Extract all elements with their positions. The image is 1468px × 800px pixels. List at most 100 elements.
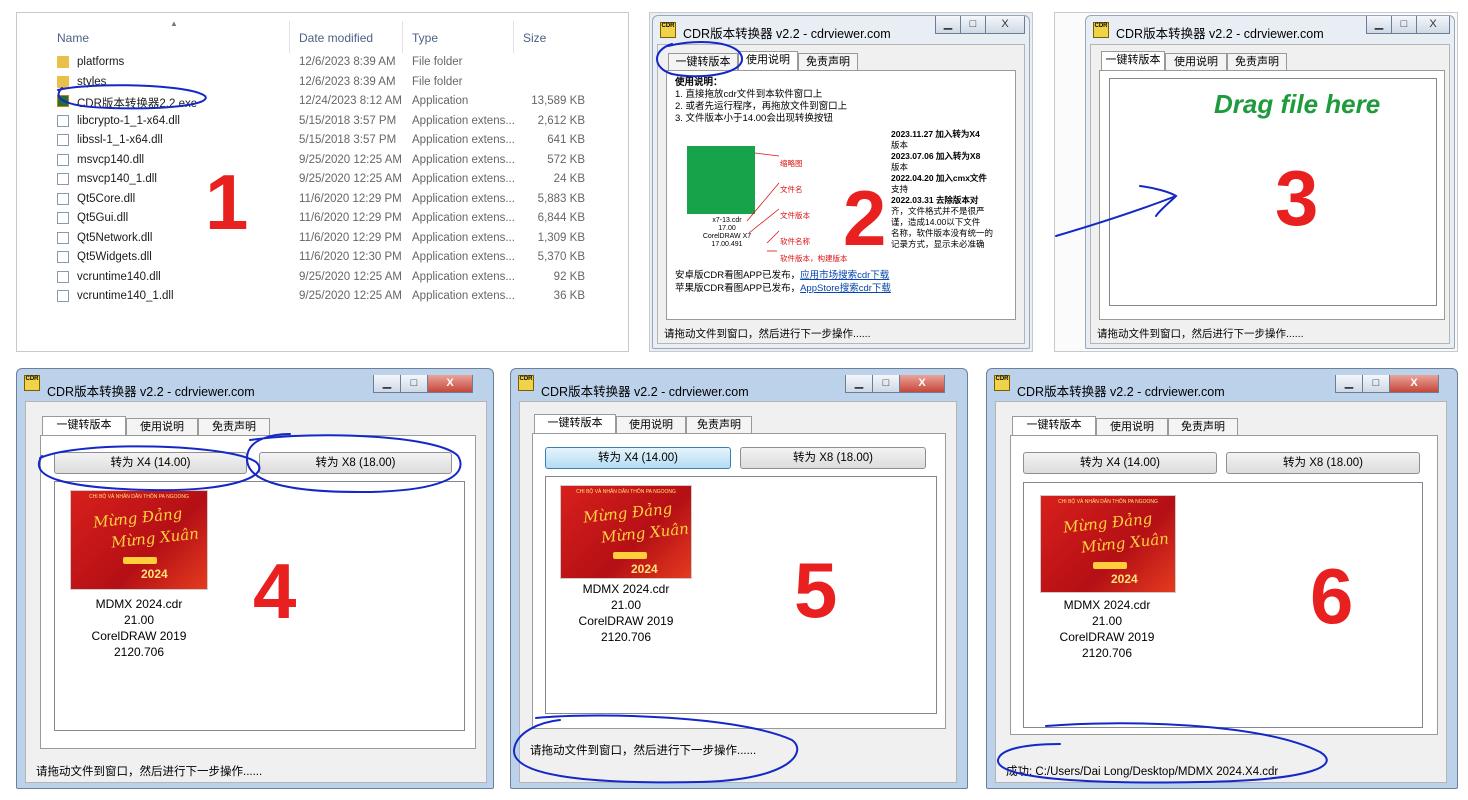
file-name: msvcp140_1.dll (77, 173, 157, 185)
file-row[interactable]: msvcp140.dll 9/25/2020 12:25 AM Applicatio… (17, 151, 628, 170)
file-name: styles (77, 75, 107, 88)
file-type: Application extens... (412, 212, 515, 224)
close-button[interactable]: X (899, 375, 945, 393)
file-row[interactable]: Qt5Network.dll 11/6/2020 12:29 PM Applicat… (17, 229, 628, 248)
convert-x4-button[interactable]: 转为 X4 (14.00) (1023, 452, 1217, 474)
minimize-button[interactable]: ▁ (1335, 375, 1363, 393)
close-button[interactable]: X (985, 16, 1025, 34)
tab-disclaimer[interactable]: 免责声明 (1227, 53, 1287, 71)
file-row[interactable]: CDR版本转换器2.2.exe 12/24/2023 8:12 AM Applica… (17, 92, 628, 111)
file-type: Application extens... (412, 134, 515, 146)
file-row[interactable]: Qt5Gui.dll 11/6/2020 12:29 PM Application … (17, 209, 628, 228)
tab-disclaimer[interactable]: 免责声明 (198, 418, 270, 436)
file-row[interactable]: libssl-1_1-x64.dll 5/15/2018 3:57 PM Appli… (17, 131, 628, 150)
file-date: 12/6/2023 8:39 AM (299, 56, 396, 68)
file-preview-pane: CHI BỘ VÀ NHÂN DÂN THÔN PA NGOONG Mừng Đ… (1023, 482, 1423, 728)
file-date: 9/25/2020 12:25 AM (299, 290, 402, 302)
file-name: vcruntime140.dll (77, 270, 161, 283)
convert-x8-button[interactable]: 转为 X8 (18.00) (259, 452, 452, 474)
dll-icon (57, 153, 69, 166)
file-name: vcruntime140_1.dll (77, 290, 174, 302)
comparison-collage: { "panel1": { "number": "1", "columns": … (0, 0, 1468, 800)
tab-convert[interactable]: 一键转版本 (534, 414, 616, 434)
column-name[interactable]: Name (57, 31, 89, 45)
instructions-tab-body: 使用说明： 1. 直接拖放cdr文件到本软件窗口上 2. 或者先运行程序，再拖放… (666, 70, 1016, 320)
tab-convert[interactable]: 一键转版本 (668, 53, 738, 71)
close-button[interactable]: X (1389, 375, 1439, 393)
drop-zone[interactable]: Drag file here 3 (1109, 78, 1437, 306)
dll-icon (57, 192, 69, 205)
column-size[interactable]: Size (523, 31, 546, 45)
tab-disclaimer[interactable]: 免责声明 (686, 416, 752, 434)
column-type[interactable]: Type (412, 31, 438, 45)
minimize-button[interactable]: ▁ (935, 16, 961, 34)
close-button[interactable]: X (427, 375, 473, 393)
convert-x4-button[interactable]: 转为 X4 (14.00) (54, 452, 247, 474)
app-window: CDR CDR版本转换器 v2.2 - cdrviewer.com ▁ □ X … (1085, 15, 1455, 349)
app-icon: CDR (1093, 22, 1109, 38)
android-link[interactable]: 应用市场搜索cdr下载 (800, 270, 889, 281)
file-date: 11/6/2020 12:29 PM (299, 192, 402, 205)
maximize-button[interactable]: □ (872, 375, 900, 393)
minimize-button[interactable]: ▁ (373, 375, 401, 393)
file-version: 21.00 (610, 598, 642, 612)
file-row[interactable]: libcrypto-1_1-x64.dll 5/15/2018 3:57 PM Ap… (17, 112, 628, 131)
tab-instructions[interactable]: 使用说明 (1165, 53, 1227, 71)
download-links: 安卓版CDR看图APP已发布，应用市场搜索cdr下载 苹果版CDR看图APP已发… (675, 270, 891, 294)
file-size: 572 KB (547, 153, 585, 166)
minimize-button[interactable]: ▁ (1366, 16, 1392, 34)
changelog-text: 2023.11.27 加入转为X4 版本 2023.07.06 加入转为X8 版… (891, 129, 994, 249)
step-number-1: 1 (205, 158, 249, 246)
app-icon: CDR (518, 375, 534, 391)
tab-instructions[interactable]: 使用说明 (738, 51, 798, 71)
file-row[interactable]: Qt5Core.dll 11/6/2020 12:29 PM Application… (17, 190, 628, 209)
file-info: MDMX 2024.cdr 21.00 CorelDRAW 2019 2120.… (64, 596, 214, 660)
tab-convert[interactable]: 一键转版本 (1012, 416, 1096, 436)
maximize-button[interactable]: □ (1362, 375, 1390, 393)
column-divider[interactable] (402, 21, 403, 53)
file-date: 9/25/2020 12:25 AM (299, 153, 402, 166)
file-size: 641 KB (547, 134, 585, 146)
maximize-button[interactable]: □ (1391, 16, 1417, 34)
app-icon: CDR (660, 22, 676, 38)
client-area: 一键转版本 使用说明 免责声明 Drag file here 3 请拖动文件到窗… (1090, 44, 1450, 344)
file-row[interactable]: vcruntime140.dll 9/25/2020 12:25 AM Applic… (17, 268, 628, 287)
convert-x8-button[interactable]: 转为 X8 (18.00) (740, 447, 926, 469)
file-row[interactable]: styles 12/6/2023 8:39 AM File folder (17, 73, 628, 92)
file-name: CDR版本转换器2.2.exe (77, 98, 198, 110)
tab-convert[interactable]: 一键转版本 (42, 416, 126, 436)
file-type: Application extens... (412, 231, 515, 244)
tab-instructions[interactable]: 使用说明 (1096, 418, 1168, 436)
close-button[interactable]: X (1416, 16, 1450, 34)
tab-disclaimer[interactable]: 免责声明 (798, 53, 858, 71)
status-bar: 请拖动文件到窗口，然后进行下一步操作...... (36, 766, 263, 778)
convert-x8-button[interactable]: 转为 X8 (18.00) (1226, 452, 1420, 474)
convert-x4-button[interactable]: 转为 X4 (14.00) (545, 447, 731, 469)
app-window-step-5: CDR CDR版本转换器 v2.2 - cdrviewer.com ▁ □ X … (510, 368, 968, 789)
maximize-button[interactable]: □ (400, 375, 428, 393)
file-row[interactable]: platforms 12/6/2023 8:39 AM File folder (17, 53, 628, 72)
ios-link[interactable]: AppStore搜索cdr下载 (800, 283, 891, 294)
convert-tab-body: Drag file here 3 (1099, 70, 1445, 320)
file-info: MDMX 2024.cdr 21.00 CorelDRAW 2019 2120.… (551, 581, 701, 645)
tab-convert[interactable]: 一键转版本 (1101, 51, 1165, 71)
minimize-button[interactable]: ▁ (845, 375, 873, 393)
file-row[interactable]: Qt5Widgets.dll 11/6/2020 12:30 PM Applicat… (17, 248, 628, 267)
client-area: 一键转版本 使用说明 免责声明 转为 X4 (14.00) 转为 X8 (18.… (25, 401, 487, 783)
file-size: 5,883 KB (537, 192, 585, 205)
column-divider[interactable] (289, 21, 290, 53)
file-name: MDMX 2024.cdr (582, 582, 670, 596)
tab-instructions[interactable]: 使用说明 (126, 418, 198, 436)
maximize-button[interactable]: □ (960, 16, 986, 34)
status-bar: 请拖动文件到窗口，然后进行下一步操作...... (664, 328, 871, 340)
convert-tab-body: 转为 X4 (14.00) 转为 X8 (18.00) CHI BỘ VÀ NH… (1010, 435, 1438, 735)
sort-arrow-icon: ▲ (170, 19, 178, 28)
build-version: 2120.706 (1081, 646, 1133, 660)
tab-disclaimer[interactable]: 免责声明 (1168, 418, 1238, 436)
drag-hint: Drag file here (1214, 89, 1381, 119)
column-date[interactable]: Date modified (299, 31, 373, 45)
file-row[interactable]: vcruntime140_1.dll 9/25/2020 12:25 AM Appl… (17, 287, 628, 306)
file-row[interactable]: msvcp140_1.dll 9/25/2020 12:25 AM Applicat… (17, 170, 628, 189)
column-divider[interactable] (513, 21, 514, 53)
tab-instructions[interactable]: 使用说明 (616, 416, 686, 434)
